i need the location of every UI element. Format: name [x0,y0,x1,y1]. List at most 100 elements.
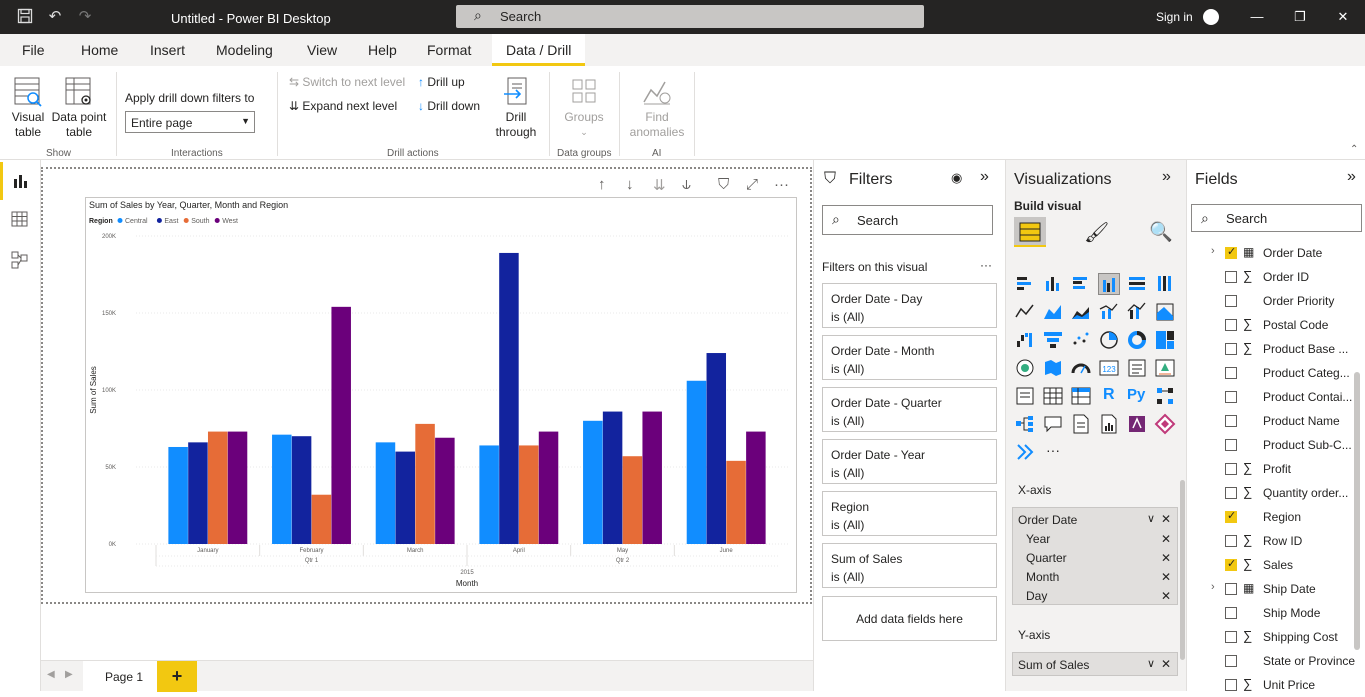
expand-hierarchy-icon[interactable]: ⫝ [682,176,691,193]
r-visual-icon[interactable]: R [1098,385,1120,407]
field-item[interactable]: ∑ Profit [1187,457,1357,481]
collapse-pane-icon[interactable]: » [1347,168,1356,186]
field-item[interactable]: ∑ Unit Price [1187,673,1357,697]
chevron-down-icon[interactable]: ∨ [1147,657,1155,670]
kpi-icon[interactable] [1154,357,1176,379]
drill-through-button[interactable]: Drill through [494,76,538,140]
field-checkbox[interactable] [1225,439,1237,451]
funnel-icon[interactable] [1042,329,1064,351]
remove-field-icon[interactable]: ✕ [1161,657,1171,671]
scatter-icon[interactable] [1070,329,1092,351]
power-automate-icon[interactable] [1154,413,1176,435]
collapse-ribbon-icon[interactable]: ⌃ [1350,144,1358,155]
more-options-icon[interactable]: ··· [774,176,789,193]
next-level-icon[interactable]: ⇊ [653,176,666,194]
field-item[interactable]: ∑ Row ID [1187,529,1357,553]
field-checkbox[interactable] [1225,391,1237,403]
remove-level-icon[interactable]: ✕ [1161,551,1171,565]
avatar[interactable] [1203,9,1219,25]
chevron-right-icon[interactable]: › [1211,581,1215,593]
gauge-icon[interactable] [1070,357,1092,379]
waterfall-icon[interactable] [1014,329,1036,351]
stacked-bar-icon[interactable] [1014,273,1036,295]
tab-home[interactable]: Home [81,42,118,58]
remove-level-icon[interactable]: ✕ [1161,589,1171,603]
line-column-icon[interactable] [1098,301,1120,323]
field-checkbox[interactable] [1225,271,1237,283]
field-item[interactable]: › ▦ Ship Date [1187,577,1357,601]
key-influencers-icon[interactable] [1154,385,1176,407]
field-checkbox[interactable] [1225,319,1237,331]
stacked-area-icon[interactable] [1070,301,1092,323]
filter-icon[interactable]: ⛉ [718,176,729,193]
filled-map-icon[interactable] [1042,357,1064,379]
field-checkbox[interactable] [1225,367,1237,379]
field-item[interactable]: ∑ Order ID [1187,265,1357,289]
paginated-icon[interactable] [1098,413,1120,435]
field-item[interactable]: Product Categ... [1187,361,1357,385]
chevron-down-icon[interactable]: ∨ [1147,512,1155,525]
build-visual-tab[interactable] [1014,217,1046,247]
collapse-pane-icon[interactable]: » [980,168,989,186]
filter-card-order-date-year[interactable]: Order Date - Year is (All) [822,439,997,484]
x-axis-well[interactable]: Order Date ∨ ✕ Year ✕ Quarter ✕ Month ✕ … [1012,507,1178,605]
smart-narrative-icon[interactable] [1070,413,1092,435]
groups-button[interactable]: Groups ⌄ [562,76,606,140]
tab-format[interactable]: Format [427,42,471,58]
100-stacked-column-icon[interactable] [1154,273,1176,295]
tab-help[interactable]: Help [368,42,397,58]
prev-page-icon[interactable]: ◀ [47,669,55,680]
field-item[interactable]: Ship Mode [1187,601,1357,625]
format-paintbrush-icon[interactable]: 🖌 [1084,220,1109,245]
filters-search-input[interactable]: ⌕ Search [822,205,993,235]
tab-data-drill[interactable]: Data / Drill [492,34,586,66]
filter-card-sum-of-sales[interactable]: Sum of Sales is (All) [822,543,997,588]
focus-mode-icon[interactable]: ⤢ [746,176,758,193]
clustered-column-icon[interactable] [1098,273,1120,295]
drill-up-button[interactable]: ↑ Drill up [418,75,465,89]
map-icon[interactable] [1014,357,1036,379]
filter-card-order-date-day[interactable]: Order Date - Day is (All) [822,283,997,328]
field-checkbox[interactable] [1225,415,1237,427]
switch-next-level-button[interactable]: ⇆ Switch to next level [289,75,405,89]
field-checkbox[interactable] [1225,655,1237,667]
next-page-icon[interactable]: ▶ [65,669,73,680]
drill-down-button[interactable]: ↓ Drill down [418,99,480,113]
field-checkbox[interactable] [1225,583,1237,595]
treemap-icon[interactable] [1154,329,1176,351]
field-checkbox[interactable] [1225,295,1237,307]
field-checkbox[interactable] [1225,509,1237,523]
field-item[interactable]: ∑ Product Base ... [1187,337,1357,361]
drill-down-toggle-icon[interactable]: ↓ [626,176,634,193]
field-checkbox[interactable] [1225,245,1237,259]
field-item[interactable]: Product Contai... [1187,385,1357,409]
expand-next-level-button[interactable]: ⇊ Expand next level [289,99,397,113]
get-more-visuals-icon[interactable] [1014,441,1036,463]
tab-file[interactable]: File [22,42,45,58]
field-item[interactable]: ∑ Quantity order... [1187,481,1357,505]
field-item[interactable]: Order Priority [1187,289,1357,313]
line-clustered-column-icon[interactable] [1126,301,1148,323]
area-icon[interactable] [1042,301,1064,323]
close-icon[interactable]: ✕ [1333,9,1353,25]
pie-icon[interactable] [1098,329,1120,351]
filter-card-order-date-month[interactable]: Order Date - Month is (All) [822,335,997,380]
field-item[interactable]: › ▦ Order Date [1187,241,1357,265]
minimize-icon[interactable]: — [1247,9,1267,24]
100-stacked-bar-icon[interactable] [1126,273,1148,295]
stacked-column-icon[interactable] [1042,273,1064,295]
tab-modeling[interactable]: Modeling [216,42,273,58]
field-item[interactable]: Region [1187,505,1357,529]
viz-scrollbar[interactable] [1180,480,1185,660]
maximize-icon[interactable]: ❐ [1290,9,1310,25]
fields-scrollbar[interactable] [1354,372,1360,650]
visual-table-button[interactable]: Visual table [10,76,46,140]
table-icon[interactable] [1042,385,1064,407]
more-visuals-icon[interactable]: ··· [1046,442,1060,458]
y-axis-well[interactable]: Sum of Sales ∨ ✕ [1012,652,1178,676]
field-checkbox[interactable] [1225,607,1237,619]
page-tab-1[interactable]: Page 1 [83,661,165,692]
remove-level-icon[interactable]: ✕ [1161,570,1171,584]
sign-in-link[interactable]: Sign in [1156,10,1193,24]
fields-search-input[interactable]: ⌕ Search [1191,204,1362,232]
